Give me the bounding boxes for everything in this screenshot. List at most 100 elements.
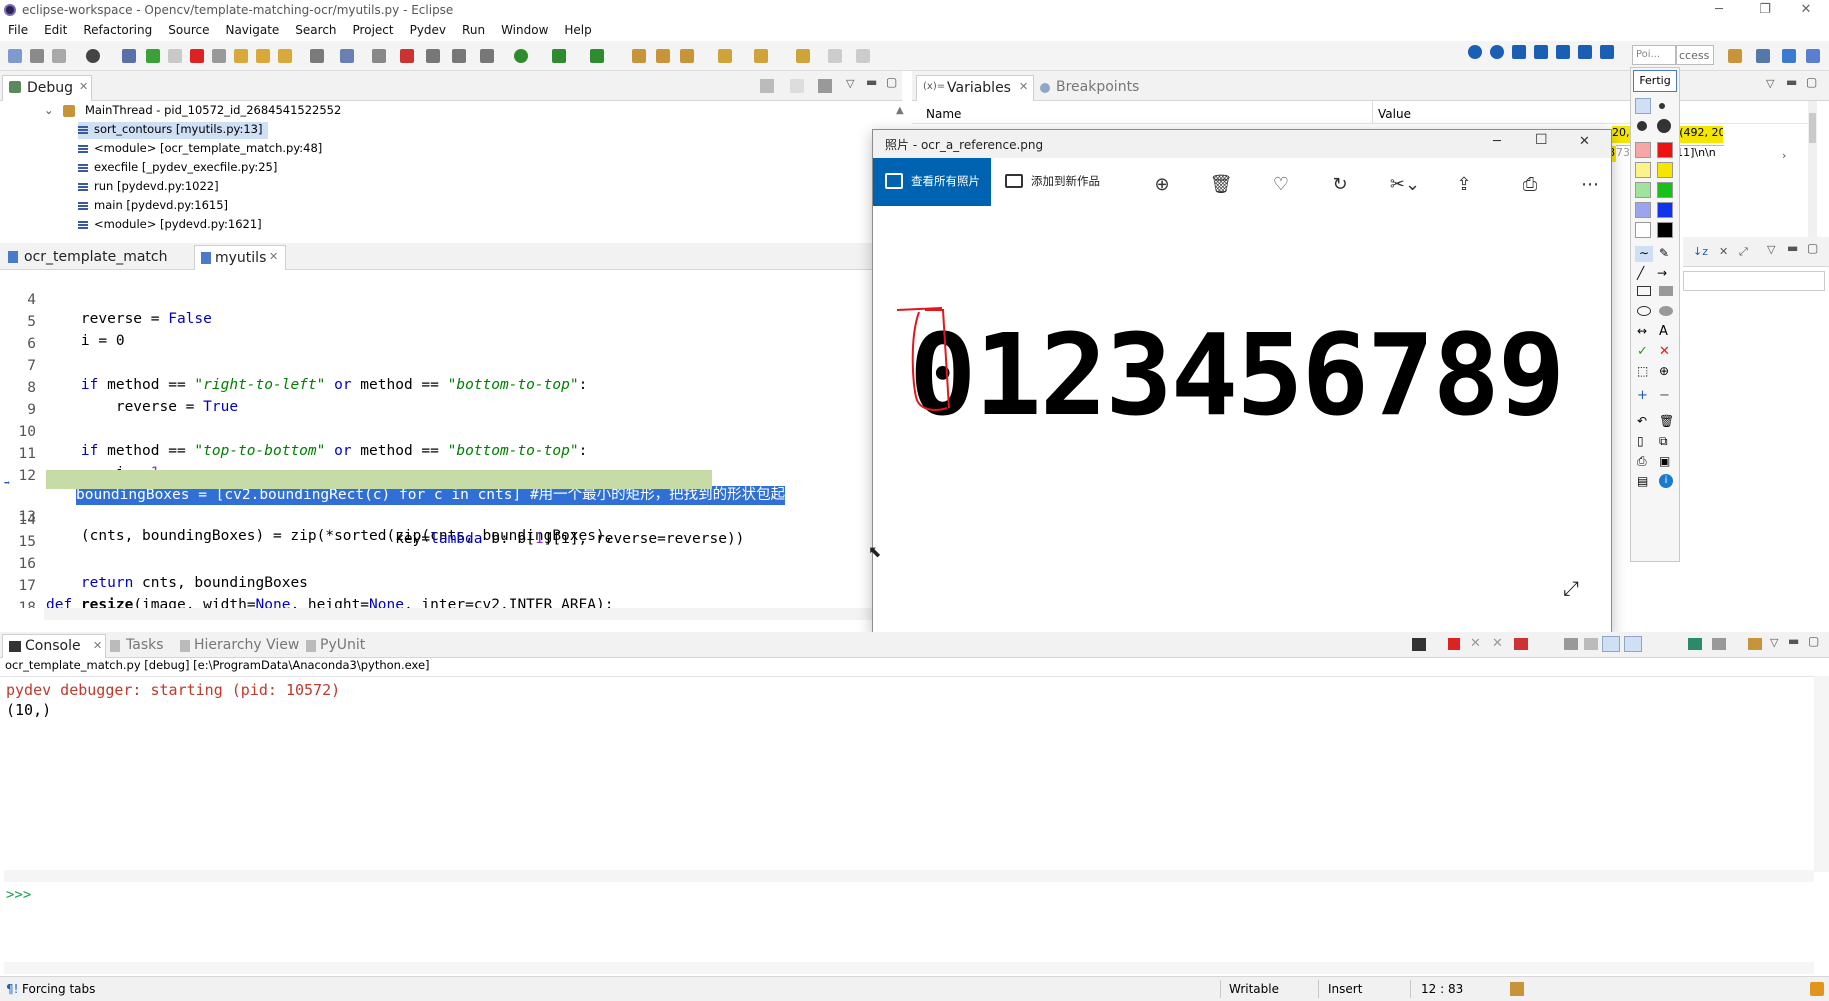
minimize-view-icon[interactable]: ▬ [866, 75, 877, 89]
maximize-view-icon[interactable]: ▢ [886, 75, 897, 89]
color-swatch-lightred[interactable] [1635, 142, 1651, 158]
console-hscrollbar[interactable] [4, 870, 1814, 882]
code-editor[interactable]: 4 reverse = False 5 i = 0 6 7 if method … [0, 270, 872, 608]
status-icon[interactable] [1510, 982, 1524, 996]
minus-icon[interactable]: − [1659, 388, 1670, 403]
quick-access-field[interactable]: Poi... [1632, 45, 1676, 65]
ellipse-tool-icon[interactable] [1637, 306, 1651, 316]
tab-pyunit[interactable]: PyUnit [306, 634, 378, 658]
tab-variables[interactable]: (x)= Variables ✕ [916, 75, 1034, 101]
view-all-photos-button[interactable]: 查看所有照片 [873, 158, 991, 206]
ime-icon[interactable] [1556, 45, 1570, 59]
toolbar-icon[interactable] [400, 49, 414, 63]
pointer-size-small[interactable] [1635, 98, 1651, 114]
console-vscrollbar[interactable] [1814, 676, 1829, 872]
tab-breakpoints[interactable]: Breakpoints [1036, 75, 1176, 101]
minimize-view-icon[interactable]: ▬ [1787, 241, 1798, 255]
close-icon[interactable]: ✕ [93, 639, 102, 652]
terminate-icon[interactable] [190, 49, 204, 63]
close-icon[interactable]: ✕ [1019, 80, 1028, 93]
pointer-size-xl[interactable] [1657, 119, 1671, 133]
new-icon[interactable] [8, 49, 22, 63]
undo-icon[interactable]: ↶ [1637, 414, 1647, 428]
tab-ocr-template-match[interactable]: ocr_template_match [4, 245, 194, 270]
console-input[interactable] [0, 886, 1829, 962]
expand-icon[interactable]: ⤢ [1563, 576, 1579, 600]
sort-icon[interactable]: ↓z [1693, 245, 1708, 258]
show-console-icon[interactable] [1602, 636, 1620, 652]
color-swatch-lightgreen[interactable] [1635, 182, 1651, 198]
expand-icon[interactable]: ⤢ [1739, 245, 1748, 259]
stack-frame[interactable]: main [pydevd.py:1615] [78, 198, 228, 215]
color-swatch-black[interactable] [1657, 222, 1673, 238]
arrow-tool-icon[interactable]: → [1657, 266, 1667, 280]
wrench-icon[interactable] [1600, 45, 1614, 59]
back-icon[interactable] [828, 49, 842, 63]
display-selected-console-icon[interactable] [1712, 638, 1726, 650]
close-button[interactable]: ✕ [1783, 0, 1829, 21]
settings-icon[interactable]: ▤ [1637, 474, 1648, 488]
back-icon[interactable] [796, 49, 810, 63]
editor-hscrollbar[interactable] [44, 608, 872, 620]
delete-icon[interactable]: 🗑 [1208, 174, 1234, 196]
perspective-icon[interactable] [1728, 49, 1742, 63]
remove-all-icon[interactable]: ✕ [1492, 636, 1503, 651]
clear-console-icon[interactable] [1514, 638, 1528, 650]
new-console-icon[interactable] [1748, 638, 1762, 650]
favorite-icon[interactable]: ♡ [1268, 174, 1294, 196]
maximize-view-icon[interactable]: ▢ [1807, 241, 1818, 255]
color-swatch-green[interactable] [1657, 182, 1673, 198]
stack-frame[interactable]: <module> [pydevd.py:1621] [78, 217, 262, 234]
cross-tool-icon[interactable]: ✕ [1659, 344, 1670, 359]
python-perspective-icon[interactable] [1782, 49, 1796, 63]
toolbar-icon[interactable] [426, 49, 440, 63]
menu-refactoring[interactable]: Refactoring [75, 21, 160, 41]
open-type-icon[interactable] [632, 49, 646, 63]
plus-icon[interactable]: + [1637, 388, 1648, 403]
pin-console-icon[interactable] [1624, 636, 1642, 652]
menu-search[interactable]: Search [287, 21, 344, 41]
menu-run[interactable]: Run [454, 21, 493, 41]
collapse-icon[interactable]: ✕ [1719, 245, 1728, 258]
menu-source[interactable]: Source [160, 21, 217, 41]
edit-create-icon[interactable]: ✂⌄ [1385, 174, 1425, 196]
chevron-down-icon[interactable]: ▽ [846, 77, 854, 90]
color-swatch-red[interactable] [1657, 142, 1673, 158]
toolbar-icon[interactable] [310, 49, 324, 63]
step-into-icon[interactable] [234, 49, 248, 63]
debug-icon[interactable] [480, 49, 494, 63]
copy-icon[interactable]: ⧉ [1659, 434, 1668, 449]
perspective-icon[interactable] [1756, 49, 1770, 63]
color-swatch-white[interactable] [1635, 222, 1651, 238]
console-menu-icon[interactable] [1412, 638, 1426, 651]
toolbar-icon[interactable] [340, 49, 354, 63]
run-icon[interactable] [514, 49, 528, 63]
rotate-icon[interactable]: ↻ [1327, 174, 1353, 196]
tab-myutils[interactable]: myutils ✕ [194, 245, 286, 270]
add-to-creation-button[interactable]: 添加到新作品 [999, 158, 1119, 206]
menu-navigate[interactable]: Navigate [217, 21, 287, 41]
python-icon[interactable] [86, 49, 100, 63]
status-cursor-position[interactable]: 12 : 83 [1421, 982, 1463, 996]
status-insert-mode[interactable]: Insert [1328, 982, 1362, 996]
microphone-icon[interactable] [1512, 45, 1526, 59]
minimize-button[interactable]: ─ [1696, 0, 1742, 21]
input-hscrollbar[interactable] [4, 962, 1814, 974]
thread-row[interactable]: ⌄ MainThread - pid_10572_id_268454152255… [44, 103, 341, 120]
print-icon[interactable]: ⎙ [1517, 174, 1543, 196]
step-over-icon[interactable] [256, 49, 270, 63]
color-swatch-blue[interactable] [1657, 202, 1673, 218]
maximize-view-icon[interactable]: ▢ [1806, 75, 1817, 89]
search-icon[interactable] [680, 49, 694, 63]
suspend-icon[interactable] [168, 49, 182, 63]
save-icon[interactable] [30, 49, 44, 63]
word-wrap-icon[interactable] [1584, 638, 1598, 650]
open-console-icon[interactable] [1688, 638, 1702, 650]
menu-file[interactable]: File [0, 21, 36, 41]
minimize-view-icon[interactable]: ▬ [1786, 75, 1797, 89]
trash-icon[interactable]: 🗑 [1659, 414, 1674, 428]
step-return-icon[interactable] [278, 49, 292, 63]
pointer-size-medium[interactable] [1659, 103, 1665, 109]
pointer-size-large[interactable] [1637, 121, 1647, 131]
menu-pydev[interactable]: Pydev [402, 21, 454, 41]
